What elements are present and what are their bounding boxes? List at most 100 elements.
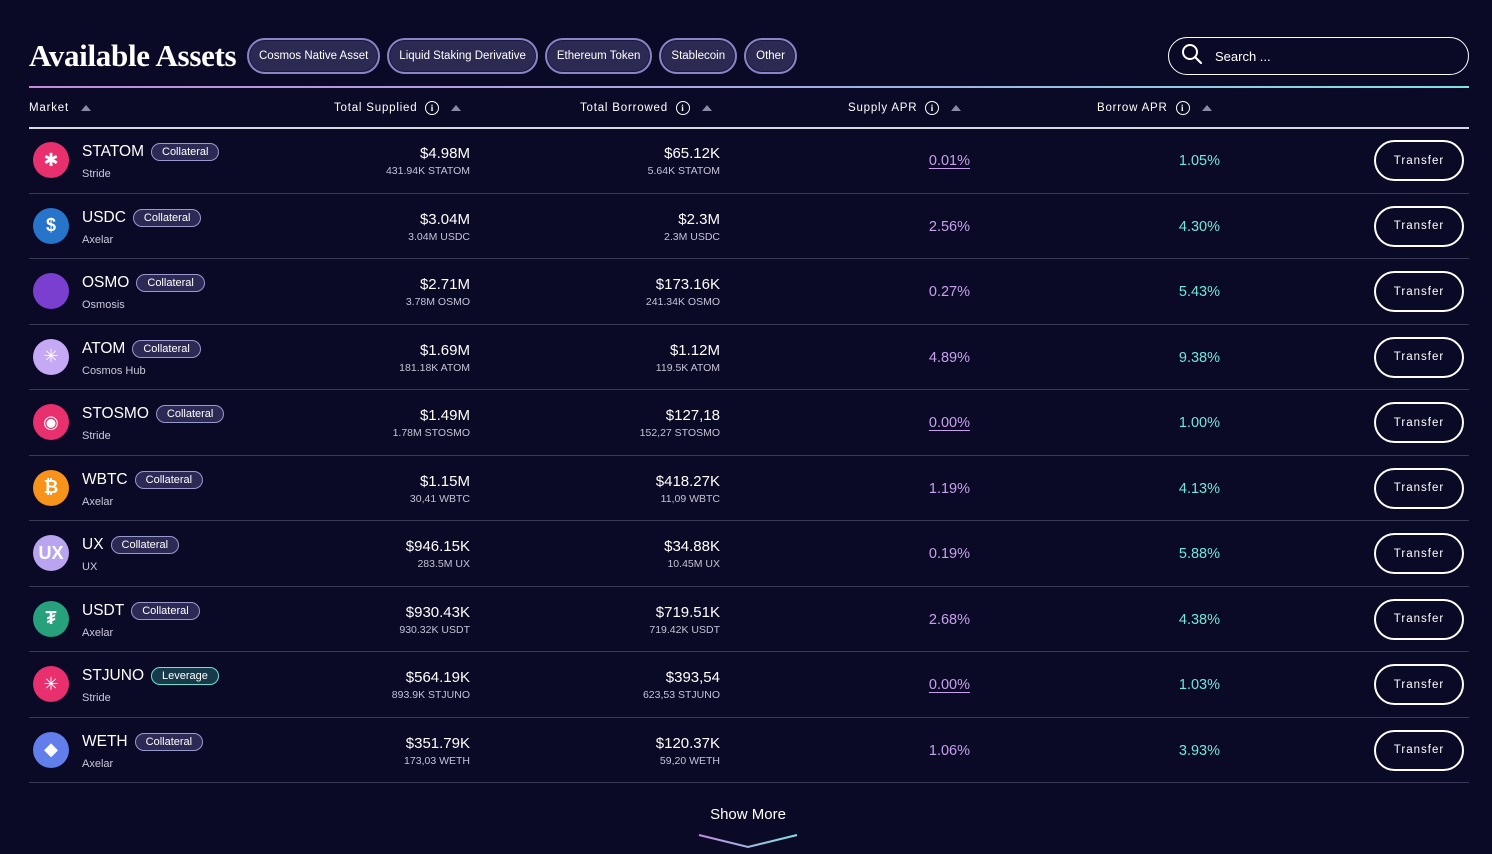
total-supplied-value: $2.71M bbox=[419, 276, 470, 293]
total-supplied-amount: 431.94K STATOM bbox=[385, 165, 470, 177]
stride-atom-icon: ✱ bbox=[33, 142, 69, 178]
info-icon[interactable]: i bbox=[1175, 101, 1190, 115]
total-borrowed-value: $1.12M bbox=[669, 341, 720, 359]
transfer-button[interactable]: Transfer bbox=[1374, 533, 1464, 574]
asset-chain: Axelar bbox=[82, 626, 114, 639]
stride-osmo-icon: ◉ bbox=[33, 404, 69, 440]
total-supplied-value: $1.49M bbox=[419, 407, 470, 424]
borrow-apr-value: 1.03% bbox=[1178, 677, 1220, 693]
asset-chain: Axelar bbox=[82, 233, 114, 246]
sort-icon[interactable] bbox=[951, 105, 962, 111]
supply-apr-value: 0.27% bbox=[928, 284, 970, 300]
column-supply-apr-label: Supply APR bbox=[848, 102, 918, 114]
supply-apr-value: 0.19% bbox=[928, 546, 970, 562]
transfer-button[interactable]: Transfer bbox=[1374, 336, 1464, 378]
sort-icon[interactable] bbox=[1201, 105, 1212, 111]
column-supply-apr[interactable]: Supply APR i bbox=[848, 88, 962, 128]
column-total-borrowed[interactable]: Total Borrowed i bbox=[580, 88, 712, 128]
total-borrowed-amount: 623,53 STJUNO bbox=[642, 689, 720, 701]
total-supplied-amount: 930.32K USDT bbox=[399, 623, 470, 636]
filter-other[interactable]: Other bbox=[744, 38, 797, 74]
table-row: ✱ STATOM Collateral Stride $4.98M 431.94… bbox=[0, 128, 1492, 194]
asset-name: WBTC Collateral bbox=[82, 470, 204, 489]
total-borrowed-amount: 241.34K OSMO bbox=[645, 296, 720, 308]
transfer-button[interactable]: Transfer bbox=[1374, 205, 1464, 247]
asset-symbol: USDC bbox=[82, 208, 126, 226]
column-borrow-apr-label: Borrow APR bbox=[1097, 102, 1168, 114]
borrow-apr-value: 1.00% bbox=[1178, 415, 1220, 431]
filter-stablecoin[interactable]: Stablecoin bbox=[659, 38, 738, 74]
column-total-supplied-label: Total Supplied bbox=[334, 102, 418, 114]
total-borrowed-value: $418.27K bbox=[655, 472, 720, 490]
borrow-apr-value: 5.88% bbox=[1178, 546, 1220, 562]
supply-apr-value[interactable]: 0.00% bbox=[900, 677, 970, 693]
asset-name: STATOM Collateral bbox=[82, 143, 220, 161]
borrow-apr-value: 4.13% bbox=[1178, 480, 1220, 497]
transfer-button[interactable]: Transfer bbox=[1374, 729, 1464, 771]
transfer-button[interactable]: Transfer bbox=[1374, 664, 1464, 705]
supply-apr-value: 1.06% bbox=[928, 742, 970, 759]
info-icon[interactable]: i bbox=[425, 101, 440, 115]
filter-ethereum-token[interactable]: Ethereum Token bbox=[544, 38, 653, 74]
total-borrowed-value: $34.88K bbox=[664, 538, 720, 555]
asset-badge: Collateral bbox=[151, 143, 220, 161]
info-icon[interactable]: i bbox=[925, 101, 940, 115]
sort-icon[interactable] bbox=[701, 105, 712, 111]
filter-cosmos-native-asset[interactable]: Cosmos Native Asset bbox=[247, 38, 381, 74]
tether-icon: ₮ bbox=[33, 600, 69, 637]
total-supplied-value: $1.69M bbox=[419, 341, 470, 359]
column-total-supplied[interactable]: Total Supplied i bbox=[334, 88, 462, 128]
total-borrowed-amount: 59,20 WETH bbox=[659, 754, 720, 767]
sort-icon[interactable] bbox=[80, 105, 91, 111]
asset-badge: Collateral bbox=[136, 274, 205, 292]
column-market[interactable]: Market bbox=[29, 88, 91, 128]
asset-name: USDC Collateral bbox=[82, 208, 202, 227]
total-supplied-value: $4.98M bbox=[419, 145, 470, 162]
asset-chain: Stride bbox=[82, 430, 111, 442]
usdc-icon: $ bbox=[33, 207, 69, 244]
supply-apr-value: 2.68% bbox=[928, 611, 970, 628]
total-borrowed-amount: 119.5K ATOM bbox=[655, 361, 720, 374]
show-more-button[interactable]: Show More bbox=[698, 806, 798, 823]
asset-badge: Collateral bbox=[132, 208, 202, 227]
asset-symbol: USDT bbox=[82, 601, 125, 619]
transfer-button[interactable]: Transfer bbox=[1374, 271, 1464, 312]
total-borrowed-value: $173.16K bbox=[655, 276, 720, 293]
asset-chain: Cosmos Hub bbox=[82, 364, 146, 377]
osmo-icon bbox=[33, 273, 69, 309]
asset-table: ✱ STATOM Collateral Stride $4.98M 431.94… bbox=[0, 128, 1492, 783]
total-borrowed-amount: 5.64K STATOM bbox=[647, 165, 720, 177]
column-borrow-apr[interactable]: Borrow APR i bbox=[1097, 88, 1212, 128]
supply-apr-value: 4.89% bbox=[928, 349, 970, 366]
asset-badge: Collateral bbox=[132, 339, 201, 358]
total-supplied-amount: 893.9K STJUNO bbox=[391, 689, 470, 701]
column-total-borrowed-label: Total Borrowed bbox=[580, 102, 668, 114]
asset-name: UX Collateral bbox=[82, 536, 180, 554]
borrow-apr-value: 3.93% bbox=[1178, 742, 1220, 759]
asset-symbol: ATOM bbox=[82, 339, 126, 357]
search-box[interactable] bbox=[1168, 37, 1469, 75]
chevron-down-icon[interactable] bbox=[698, 833, 798, 849]
row-divider bbox=[29, 782, 1469, 783]
asset-badge: Collateral bbox=[155, 405, 225, 423]
total-supplied-value: $351.79K bbox=[405, 734, 470, 752]
total-borrowed-amount: 152,27 STOSMO bbox=[639, 427, 720, 439]
asset-name: ATOM Collateral bbox=[82, 339, 201, 358]
table-row: $ USDC Collateral Axelar $3.04M 3.04M US… bbox=[0, 194, 1492, 259]
total-borrowed-value: $393,54 bbox=[665, 669, 720, 686]
sort-icon[interactable] bbox=[451, 105, 462, 111]
transfer-button[interactable]: Transfer bbox=[1374, 598, 1464, 640]
info-icon[interactable]: i bbox=[675, 101, 690, 115]
transfer-button[interactable]: Transfer bbox=[1374, 467, 1464, 509]
transfer-button[interactable]: Transfer bbox=[1374, 402, 1464, 443]
transfer-button[interactable]: Transfer bbox=[1374, 140, 1464, 181]
supply-apr-value[interactable]: 0.01% bbox=[900, 153, 970, 169]
filter-liquid-staking-derivative[interactable]: Liquid Staking Derivative bbox=[387, 38, 538, 74]
supply-apr-value[interactable]: 0.00% bbox=[900, 415, 970, 431]
total-borrowed-amount: 719.42K USDT bbox=[649, 623, 720, 636]
table-row: ◉ STOSMO Collateral Stride $1.49M 1.78M … bbox=[0, 390, 1492, 456]
asset-name: STJUNO Leverage bbox=[82, 667, 219, 685]
asset-badge: Collateral bbox=[134, 732, 204, 751]
search-input[interactable] bbox=[1215, 48, 1445, 64]
asset-symbol: STJUNO bbox=[82, 667, 144, 684]
